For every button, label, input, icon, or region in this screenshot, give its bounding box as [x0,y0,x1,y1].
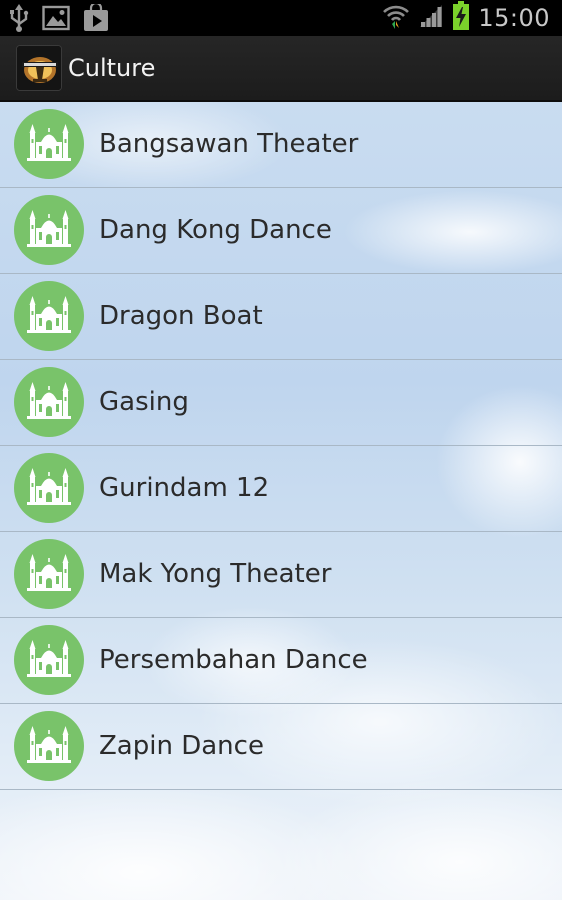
list-item-persembahan-dance[interactable]: Persembahan Dance [0,618,562,704]
mosque-icon [14,711,84,781]
signal-icon [418,3,444,33]
mosque-icon [14,195,84,265]
mosque-icon [14,281,84,351]
play-store-icon [82,1,110,36]
list-item-dragon-boat[interactable]: Dragon Boat [0,274,562,360]
mosque-icon [14,625,84,695]
list-item-label: Gasing [99,387,189,417]
mosque-icon [14,453,84,523]
wifi-icon [382,2,410,34]
list-item-zapin-dance[interactable]: Zapin Dance [0,704,562,790]
app-logo-icon[interactable] [16,45,62,91]
image-icon [42,5,70,35]
list-item-label: Persembahan Dance [99,645,368,675]
battery-charging-icon [452,1,470,35]
list-item-bangsawan-theater[interactable]: Bangsawan Theater [0,102,562,188]
clock: 15:00 [478,4,550,32]
mosque-icon [14,367,84,437]
screen-title: Culture [68,54,156,82]
list-item-label: Dragon Boat [99,301,263,331]
list-item-label: Mak Yong Theater [99,559,332,589]
mosque-icon [14,539,84,609]
mosque-icon [14,109,84,179]
action-bar: Culture [0,36,562,102]
list-item-gurindam-12[interactable]: Gurindam 12 [0,446,562,532]
list-item-label: Bangsawan Theater [99,129,359,159]
system-icons: 15:00 [382,0,550,36]
status-bar: 15:00 [0,0,562,36]
list-item-label: Zapin Dance [99,731,264,761]
list-item-gasing[interactable]: Gasing [0,360,562,446]
list-item-label: Dang Kong Dance [99,215,332,245]
list-item-dang-kong-dance[interactable]: Dang Kong Dance [0,188,562,274]
culture-list: Bangsawan Theater Dang Kong Dance Dragon… [0,102,562,790]
notification-icons [8,1,110,37]
usb-icon [8,3,30,37]
content-area: Bangsawan Theater Dang Kong Dance Dragon… [0,102,562,900]
list-item-label: Gurindam 12 [99,473,270,503]
list-item-mak-yong-theater[interactable]: Mak Yong Theater [0,532,562,618]
